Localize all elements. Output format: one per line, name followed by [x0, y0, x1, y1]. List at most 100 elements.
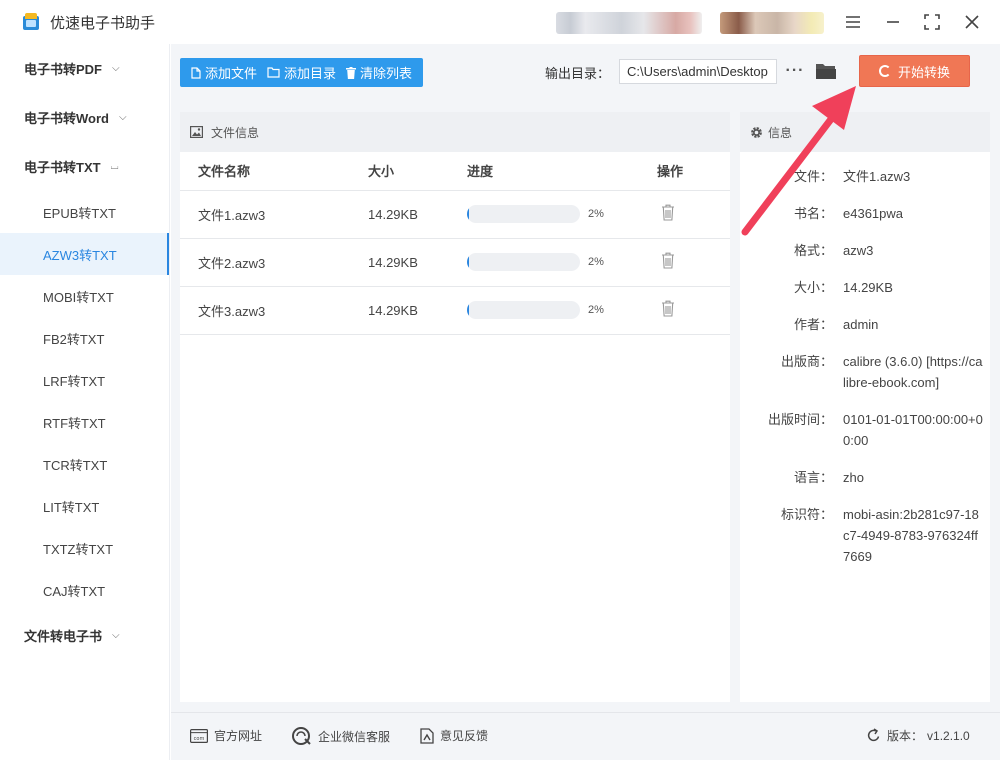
progress-bar: [467, 205, 580, 223]
file-name: 文件2.azw3: [180, 238, 368, 287]
sidebar-item-epub-to-txt[interactable]: EPUB转TXT: [0, 191, 169, 233]
folder-icon[interactable]: [815, 61, 837, 81]
table-header-row: 文件名称 大小 进度 操作: [180, 152, 730, 191]
metadata-key: 出版商：: [780, 354, 833, 369]
delete-file-icon[interactable]: [661, 204, 675, 221]
blurred-avatar: [720, 12, 824, 34]
official-website-label: 官方网址: [214, 729, 263, 743]
column-header-name: 文件名称: [180, 152, 368, 191]
sidebar-item-caj-to-txt[interactable]: CAJ转TXT: [0, 569, 169, 611]
metadata-key: 大小：: [793, 280, 833, 295]
metadata-key: 标识符：: [780, 507, 833, 522]
menu-icon[interactable]: [841, 10, 865, 34]
output-dir-input[interactable]: C:\Users\admin\Desktop: [619, 59, 777, 84]
table-row[interactable]: 文件3.azw3 14.29KB 2%: [180, 286, 730, 335]
file-name: 文件3.azw3: [180, 286, 368, 335]
metadata-value: mobi-asin:2b281c97-18c7-4949-8783-976324…: [843, 507, 979, 564]
metadata-key: 文件：: [793, 169, 833, 184]
metadata-key: 格式：: [793, 243, 833, 258]
metadata-row-publisher: 出版商： calibre (3.6.0) [https://calibre-ebo…: [740, 351, 990, 393]
sidebar-group-label: 文件转电子书: [24, 629, 103, 644]
gear-icon: [750, 126, 763, 139]
progress-percent: 2%: [588, 304, 604, 316]
close-icon[interactable]: [960, 10, 984, 34]
toolbar: 添加文件 添加目录 清除列表: [180, 58, 424, 87]
trash-icon: [346, 66, 357, 79]
metadata-value: calibre (3.6.0) [https://calibre-ebook.c…: [843, 354, 983, 390]
add-folder-button[interactable]: 添加目录: [262, 58, 341, 87]
minimize-icon[interactable]: [881, 10, 905, 34]
metadata-row-title: 书名： e4361pwa: [740, 203, 990, 224]
sidebar-item-mobi-to-txt[interactable]: MOBI转TXT: [0, 275, 169, 317]
metadata-key: 作者：: [793, 317, 833, 332]
metadata-key: 语言：: [793, 470, 833, 485]
feedback-link[interactable]: 意见反馈: [420, 727, 488, 744]
version-info[interactable]: 版本： v1.2.1.0: [866, 727, 970, 744]
sidebar-item-fb2-to-txt[interactable]: FB2转TXT: [0, 317, 169, 359]
file-panel-header: 文件信息: [180, 112, 730, 152]
metadata-value: zho: [843, 470, 864, 485]
website-icon: com: [190, 728, 208, 743]
metadata-value: e4361pwa: [843, 206, 903, 221]
progress-bar: [467, 253, 580, 271]
sidebar-item-lrf-to-txt[interactable]: LRF转TXT: [0, 359, 169, 401]
sidebar-item-txtz-to-txt[interactable]: TXTZ转TXT: [0, 527, 169, 569]
feedback-label: 意见反馈: [440, 729, 489, 743]
maximize-icon[interactable]: [920, 10, 944, 34]
file-size: 14.29KB: [368, 190, 467, 239]
metadata-row-identifier: 标识符： mobi-asin:2b281c97-18c7-4949-8783-97…: [740, 504, 990, 567]
progress-fill: [467, 301, 470, 319]
progress-percent: 2%: [588, 208, 604, 220]
column-header-progress: 进度: [467, 152, 655, 191]
chevron-up-icon: ⌴: [110, 161, 119, 172]
metadata-row-pubdate: 出版时间： 0101-01-01T00:00:00+00:00: [740, 409, 990, 451]
clear-list-label: 清除列表: [360, 66, 413, 81]
metadata-row-size: 大小： 14.29KB: [740, 277, 990, 298]
chevron-down-icon: ⌵: [118, 112, 127, 123]
metadata-panel-header: 信息: [740, 112, 990, 152]
sidebar-group-label: 电子书转Word: [24, 111, 109, 126]
sidebar-item-tcr-to-txt[interactable]: TCR转TXT: [0, 443, 169, 485]
version-label: 版本：: [887, 729, 924, 743]
chevron-down-icon: ⌵: [112, 630, 120, 641]
chat-icon: [292, 727, 312, 745]
wechat-support-link[interactable]: 企业微信客服: [292, 727, 390, 745]
metadata-value: azw3: [843, 243, 874, 258]
loading-icon: [878, 65, 891, 77]
official-website-link[interactable]: com 官方网址: [190, 727, 262, 744]
blurred-account-info: [556, 12, 702, 34]
sidebar-group-file-to-ebook[interactable]: 文件转电子书 ⌵: [0, 611, 169, 660]
sidebar-item-lit-to-txt[interactable]: LIT转TXT: [0, 485, 169, 527]
sidebar-group-ebook-to-txt[interactable]: 电子书转TXT ⌴: [0, 142, 169, 191]
folder-outline-icon: [267, 67, 280, 78]
main-area: 添加文件 添加目录 清除列表 输出目录： C:\Users\admin\Desk…: [171, 44, 1000, 712]
metadata-key: 书名：: [793, 206, 833, 221]
sidebar-group-ebook-to-word[interactable]: 电子书转Word ⌵: [0, 93, 169, 142]
delete-file-icon[interactable]: [661, 252, 675, 269]
file-name: 文件1.azw3: [180, 190, 368, 239]
sidebar: 电子书转PDF ⌵ 电子书转Word ⌵ 电子书转TXT ⌴ EPUB转TXT …: [0, 44, 170, 760]
sidebar-item-azw3-to-txt[interactable]: AZW3转TXT: [0, 233, 169, 275]
clear-list-button[interactable]: 清除列表: [341, 58, 417, 87]
table-row[interactable]: 文件1.azw3 14.29KB 2%: [180, 190, 730, 239]
delete-file-icon[interactable]: [661, 300, 675, 317]
add-file-button[interactable]: 添加文件: [186, 58, 262, 87]
sidebar-group-ebook-to-pdf[interactable]: 电子书转PDF ⌵: [0, 44, 169, 93]
progress-percent: 2%: [588, 256, 604, 268]
add-file-label: 添加文件: [205, 66, 258, 81]
file-icon: [191, 66, 201, 79]
metadata-panel-title: 信息: [768, 125, 793, 140]
start-convert-button[interactable]: 开始转换: [859, 55, 970, 87]
start-convert-label: 开始转换: [897, 64, 950, 80]
version-number: v1.2.1.0: [927, 728, 970, 743]
image-icon: [190, 126, 203, 138]
sidebar-item-rtf-to-txt[interactable]: RTF转TXT: [0, 401, 169, 443]
feedback-icon: [420, 727, 434, 744]
chevron-down-icon: ⌵: [112, 63, 120, 74]
table-row[interactable]: 文件2.azw3 14.29KB 2%: [180, 238, 730, 287]
wechat-support-label: 企业微信客服: [318, 729, 391, 744]
metadata-value: 文件1.azw3: [843, 169, 911, 184]
metadata-panel: 信息 文件： 文件1.azw3 书名： e4361pwa 格式： azw3 大小： 14…: [740, 112, 990, 702]
metadata-row-language: 语言： zho: [740, 467, 990, 488]
more-options-button[interactable]: ···: [785, 58, 805, 84]
